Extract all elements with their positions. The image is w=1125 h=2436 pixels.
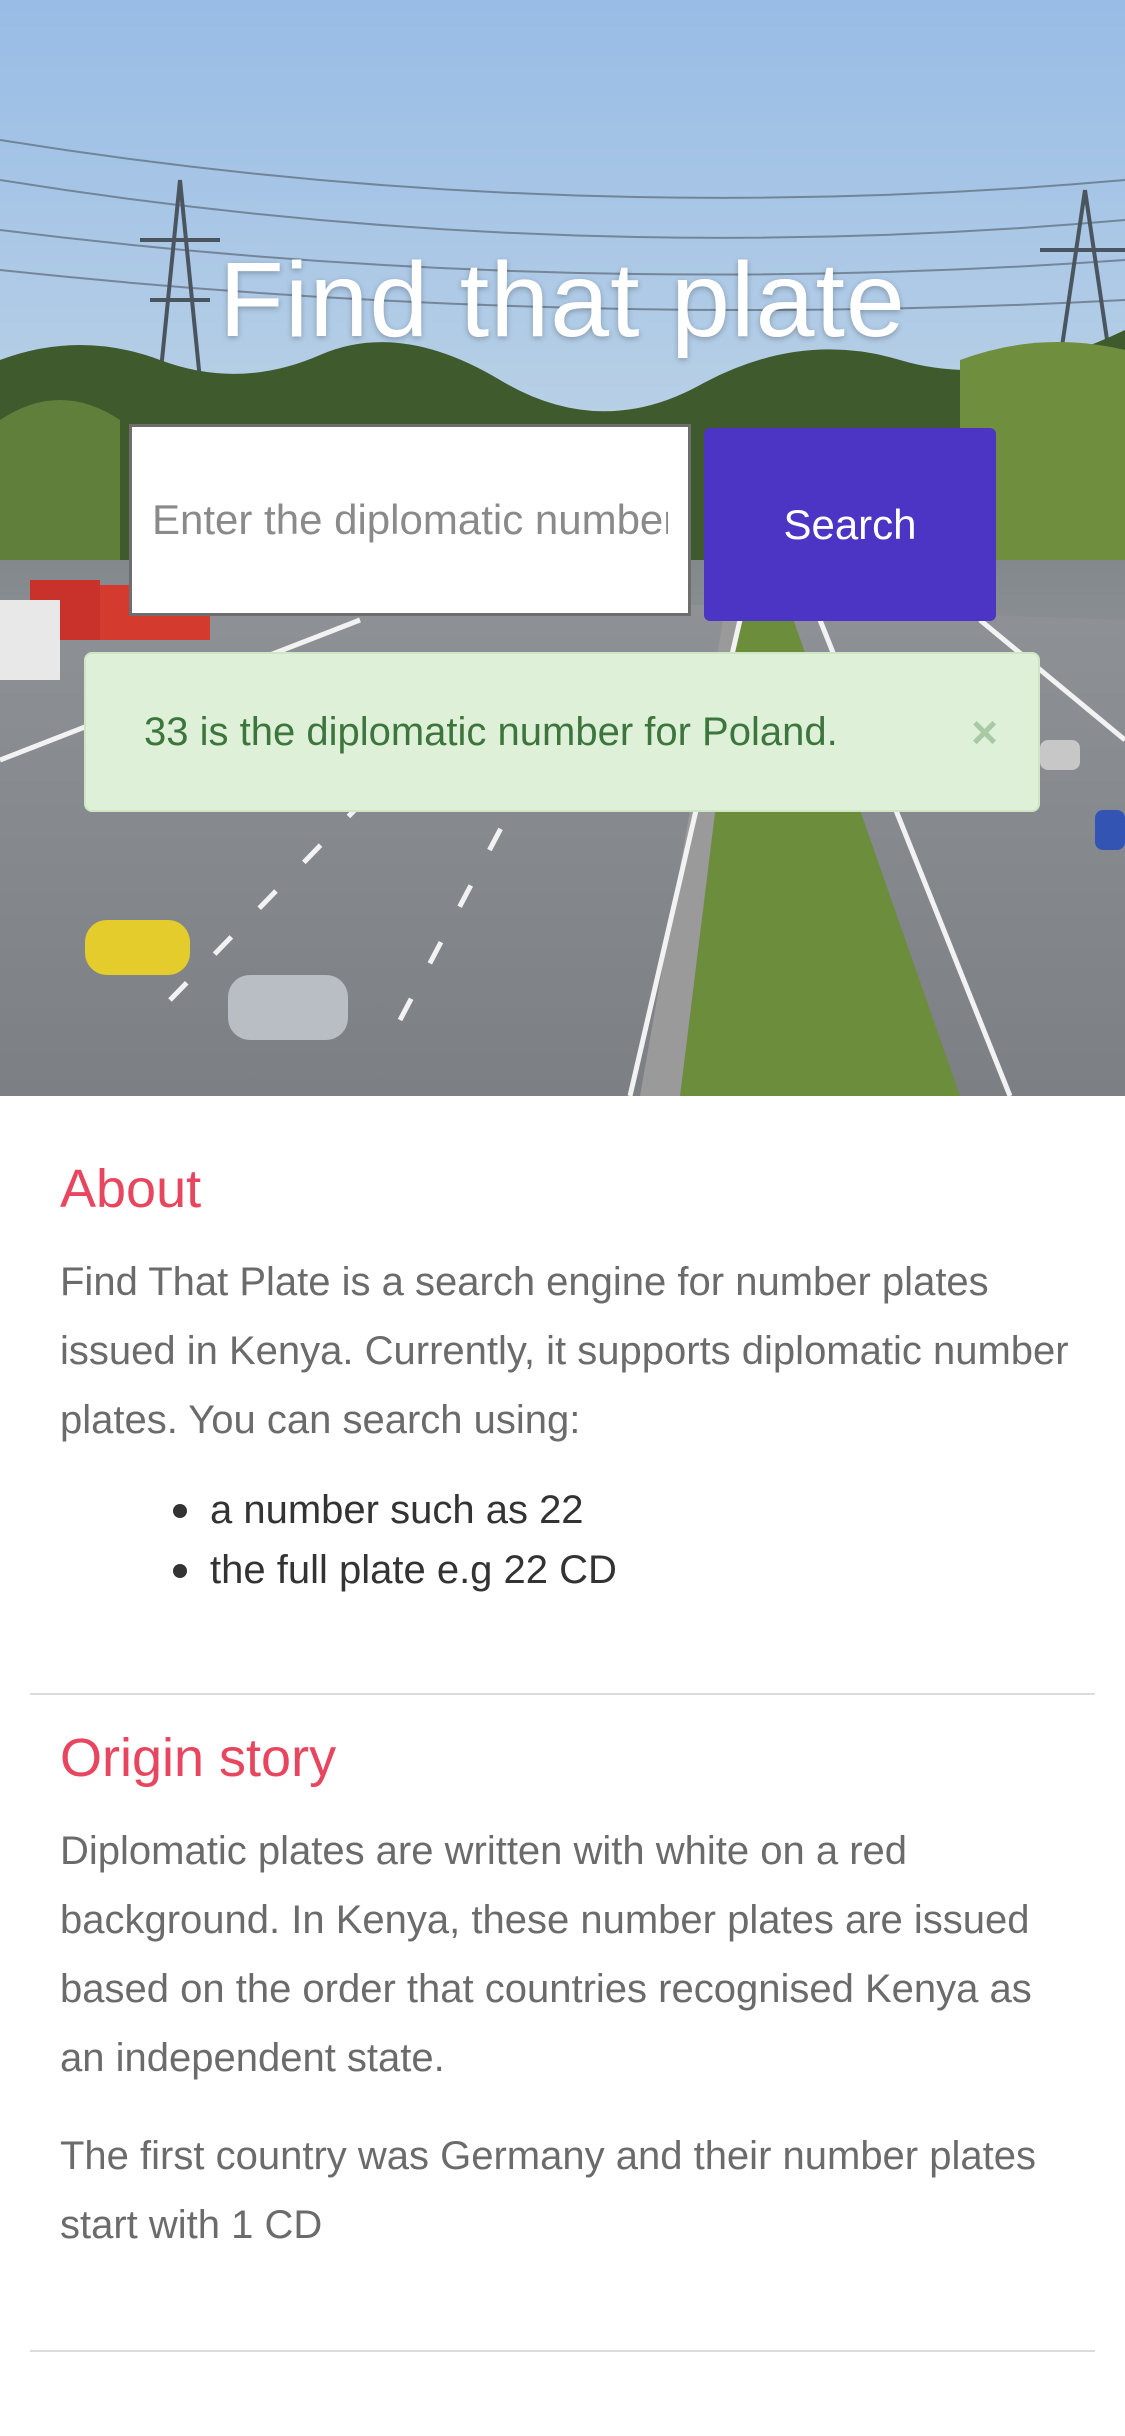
page-title: Find that plate [219,241,906,359]
close-icon[interactable]: × [971,654,998,810]
list-item: the full plate e.g 22 CD [160,1540,617,1600]
origin-heading: Origin story [60,1728,337,1788]
hero-banner: Find that plate Search 33 is the diploma… [0,0,1125,1096]
divider [30,1693,1095,1695]
about-heading: About [60,1159,202,1219]
alert-message: 33 is the diplomatic number for Poland. [144,710,838,754]
search-button[interactable]: Search [704,428,996,621]
origin-paragraph-2: The first country was Germany and their … [60,2134,1036,2247]
list-item: a number such as 22 [160,1480,617,1540]
bullet-icon [173,1564,187,1578]
origin-paragraph-1: Diplomatic plates are written with white… [60,1829,1032,2080]
search-input[interactable] [129,424,691,616]
divider [30,2350,1095,2352]
bullet-icon [173,1504,187,1518]
about-list: a number such as 22 the full plate e.g 2… [160,1480,617,1600]
result-alert: 33 is the diplomatic number for Poland. … [84,652,1040,812]
about-paragraph: Find That Plate is a search engine for n… [60,1260,1069,1442]
